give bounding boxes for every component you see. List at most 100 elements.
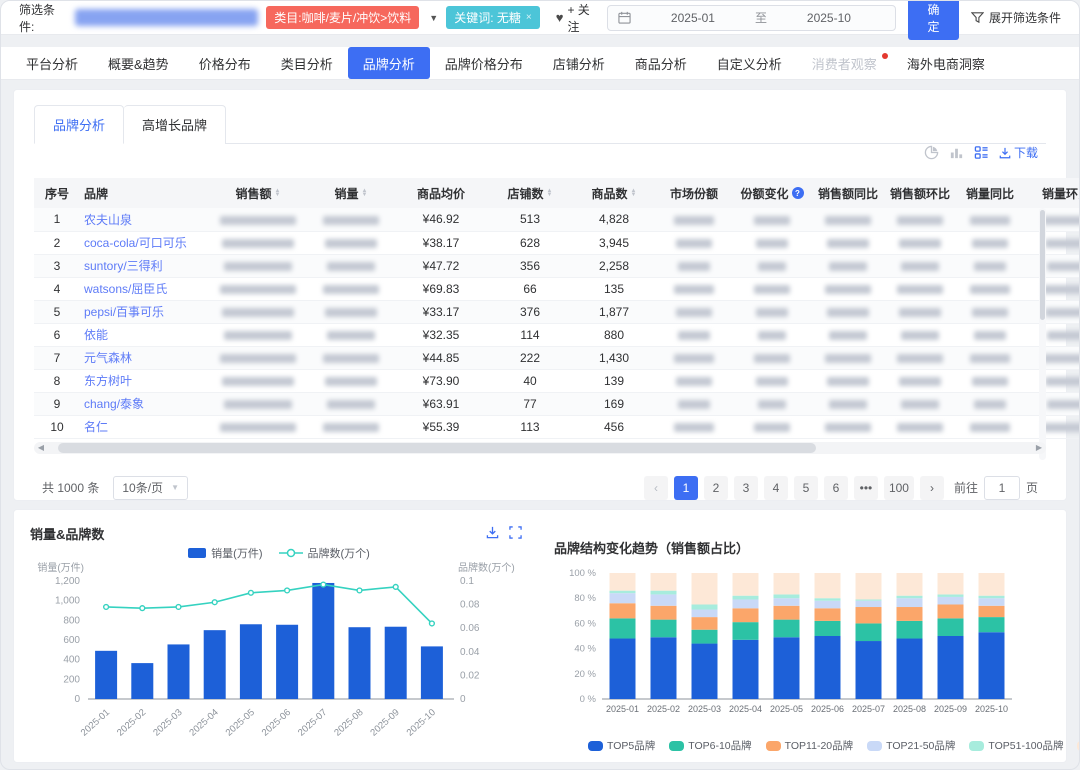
nav-tab-平台分析[interactable]: 平台分析 xyxy=(11,47,93,79)
redacted-value xyxy=(674,354,714,363)
redacted-value xyxy=(901,400,939,409)
col-header-销量[interactable]: 销量▲▼ xyxy=(308,178,394,208)
brand-link[interactable]: 依能 xyxy=(84,328,108,342)
svg-text:2025-09: 2025-09 xyxy=(934,704,967,714)
pagination: 共 1000 条 10条/页 ▼ ‹123456•••100› 前往 页 xyxy=(42,476,1038,500)
nav-tab-概要&趋势[interactable]: 概要&趋势 xyxy=(93,47,184,79)
fullscreen-icon[interactable] xyxy=(509,526,524,541)
subtab-高增长品牌[interactable]: 高增长品牌 xyxy=(124,105,226,144)
filter-bar: 筛选条件: 类目:咖啡/麦片/冲饮>饮料 ▼ 关键词: 无糖 × ♥ + 关注 … xyxy=(1,1,1079,35)
brand-link[interactable]: chang/泰象 xyxy=(84,397,144,411)
goto-page-input[interactable] xyxy=(984,476,1020,500)
keyword-tag[interactable]: 关键词: 无糖 × xyxy=(446,6,540,29)
left-chart-title: 销量&品牌数 xyxy=(30,524,528,543)
horizontal-scrollbar[interactable]: ◀ ▶ xyxy=(34,442,1046,454)
page-button-2[interactable]: 2 xyxy=(704,476,728,500)
legend-swatch xyxy=(969,741,984,751)
bar-chart-icon[interactable] xyxy=(949,145,964,160)
legend-label: 销量(万件) xyxy=(211,545,262,561)
sort-icon[interactable]: ▲▼ xyxy=(275,189,281,197)
legend-item-TOP5品牌[interactable]: TOP5品牌 xyxy=(588,738,655,753)
nav-tab-品牌价格分布[interactable]: 品牌价格分布 xyxy=(430,47,538,79)
legend-item-品牌数(万个)[interactable]: 品牌数(万个) xyxy=(279,545,370,561)
expand-filters-button[interactable]: 展开筛选条件 xyxy=(971,9,1061,26)
redacted-value xyxy=(325,308,377,317)
col-label: 销售额 xyxy=(236,185,272,202)
left-chart-legend: 销量(万件) 品牌数(万个) xyxy=(30,545,528,561)
subtab-品牌分析[interactable]: 品牌分析 xyxy=(34,105,124,144)
download-icon xyxy=(999,147,1011,159)
page-button-100[interactable]: 100 xyxy=(884,476,914,500)
pie-chart-icon[interactable] xyxy=(924,145,939,160)
nav-tab-自定义分析[interactable]: 自定义分析 xyxy=(702,47,797,79)
help-icon[interactable]: ? xyxy=(792,187,804,199)
page-button-4[interactable]: 4 xyxy=(764,476,788,500)
table-view-icon[interactable] xyxy=(974,145,989,160)
nav-tab-海外电商洞察[interactable]: 海外电商洞察 xyxy=(892,47,1000,79)
page-size-select[interactable]: 10条/页 ▼ xyxy=(113,476,188,500)
legend-swatch xyxy=(188,548,206,558)
legend-item-TOP6-10品牌[interactable]: TOP6-10品牌 xyxy=(669,738,751,753)
brand-link[interactable]: 农夫山泉 xyxy=(84,213,132,227)
brand-link[interactable]: 东方树叶 xyxy=(84,374,132,388)
page-button-5[interactable]: 5 xyxy=(794,476,818,500)
col-header-店铺数[interactable]: 店铺数▲▼ xyxy=(488,178,572,208)
nav-tab-价格分布[interactable]: 价格分布 xyxy=(184,47,266,79)
svg-text:2025-10: 2025-10 xyxy=(405,707,438,739)
prev-page-button[interactable]: ‹ xyxy=(644,476,668,500)
col-header-商品数[interactable]: 商品数▲▼ xyxy=(572,178,656,208)
close-icon[interactable]: × xyxy=(526,12,532,23)
brand-table: 序号品牌销售额▲▼销量▲▼商品均价店铺数▲▼商品数▲▼市场份额份额变化?销售额同… xyxy=(34,178,1080,439)
sub-tabs: 品牌分析高增长品牌 xyxy=(34,104,1046,144)
nav-tab-商品分析[interactable]: 商品分析 xyxy=(620,47,702,79)
brand-link[interactable]: watsons/屈臣氏 xyxy=(84,282,167,296)
category-tag[interactable]: 类目:咖啡/麦片/冲饮>饮料 xyxy=(266,6,419,29)
scroll-right-icon[interactable]: ▶ xyxy=(1032,443,1046,452)
confirm-button[interactable]: 确定 xyxy=(908,0,959,40)
col-header-销售额[interactable]: 销售额▲▼ xyxy=(208,178,308,208)
date-range-picker[interactable]: 2025-01 至 2025-10 xyxy=(607,5,896,31)
page-button-6[interactable]: 6 xyxy=(824,476,848,500)
legend-item-销量(万件)[interactable]: 销量(万件) xyxy=(188,545,262,561)
download-icon[interactable] xyxy=(486,526,501,541)
calendar-icon xyxy=(618,11,631,24)
brand-link[interactable]: coca-cola/可口可乐 xyxy=(84,236,187,250)
sort-icon[interactable]: ▲▼ xyxy=(631,189,637,197)
keyword-tag-label: 关键词: 无糖 xyxy=(454,9,521,26)
nav-tab-店铺分析[interactable]: 店铺分析 xyxy=(538,47,620,79)
col-label: 销售额同比 xyxy=(818,185,878,202)
legend-item-TOP51-100品牌[interactable]: TOP51-100品牌 xyxy=(969,738,1063,753)
page-button-3[interactable]: 3 xyxy=(734,476,758,500)
follow-button[interactable]: ♥ + 关注 xyxy=(556,1,599,35)
scrollbar-thumb[interactable] xyxy=(58,443,816,453)
legend-item-TOP21-50品牌[interactable]: TOP21-50品牌 xyxy=(867,738,955,753)
brand-link[interactable]: 名仁 xyxy=(84,420,108,434)
more-pages-button[interactable]: ••• xyxy=(854,476,878,500)
redacted-value xyxy=(676,308,712,317)
nav-tab-品牌分析[interactable]: 品牌分析 xyxy=(348,47,430,79)
svg-text:2025-09: 2025-09 xyxy=(368,707,401,739)
scroll-left-icon[interactable]: ◀ xyxy=(34,443,48,452)
nav-tab-消费者观察[interactable]: 消费者观察 xyxy=(797,47,892,79)
redacted-value xyxy=(897,216,943,225)
brand-link[interactable]: suntory/三得利 xyxy=(84,259,163,273)
nav-tab-类目分析[interactable]: 类目分析 xyxy=(266,47,348,79)
legend-item-TOP11-20品牌[interactable]: TOP11-20品牌 xyxy=(766,738,853,753)
svg-text:0 %: 0 % xyxy=(580,694,597,705)
next-page-button[interactable]: › xyxy=(920,476,944,500)
brand-structure-chart: 品牌结构变化趋势（销售额占比） 100 %80 %60 %40 %20 %0 %… xyxy=(554,524,1080,754)
redacted-value xyxy=(756,377,788,386)
brand-link[interactable]: pepsi/百事可乐 xyxy=(84,305,164,319)
date-end[interactable]: 2025-10 xyxy=(773,11,885,25)
page-button-1[interactable]: 1 xyxy=(674,476,698,500)
chevron-down-icon[interactable]: ▼ xyxy=(429,13,438,23)
sort-icon[interactable]: ▲▼ xyxy=(547,189,553,197)
download-button[interactable]: 下载 xyxy=(999,144,1038,161)
svg-text:0.06: 0.06 xyxy=(460,623,480,634)
sort-icon[interactable]: ▲▼ xyxy=(362,189,368,197)
vertical-scrollbar[interactable] xyxy=(1039,208,1046,460)
date-start[interactable]: 2025-01 xyxy=(637,11,749,25)
total-count: 共 1000 条 xyxy=(42,479,99,496)
svg-text:2025-07: 2025-07 xyxy=(296,707,329,739)
brand-link[interactable]: 元气森林 xyxy=(84,351,132,365)
